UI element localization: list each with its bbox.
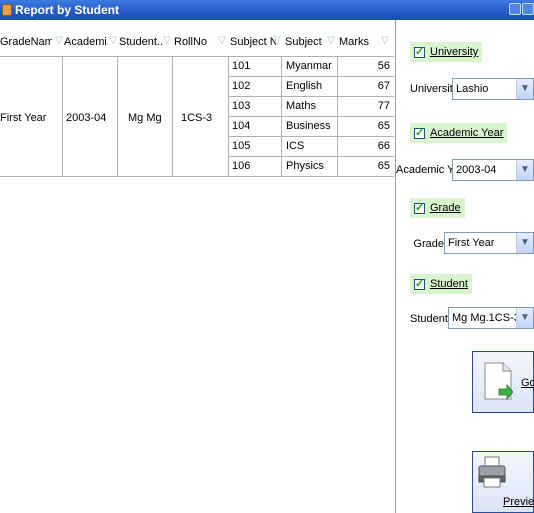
- funnel-icon[interactable]: ▽: [161, 34, 173, 48]
- grade-name-cell: First Year: [0, 112, 47, 124]
- chevron-down-icon[interactable]: ▼: [516, 160, 533, 180]
- window-title: Report by Student: [15, 3, 119, 17]
- grade-value: First Year: [448, 237, 495, 249]
- subject-cell: ICS: [286, 140, 305, 152]
- column-header-marks[interactable]: Marks: [339, 28, 379, 56]
- subject-cell: Business: [286, 120, 331, 132]
- marks-cell: 56: [377, 60, 390, 72]
- column-header-student[interactable]: Student...: [119, 28, 163, 56]
- marks-cell: 77: [377, 100, 390, 112]
- marks-cell: 67: [377, 80, 390, 92]
- filter-panel: ✓ University University Lashio ▼ ✓ Acade…: [396, 20, 534, 513]
- subject-cell: Maths: [286, 100, 316, 112]
- maximize-button[interactable]: [522, 3, 534, 15]
- column-header-subject[interactable]: Subject: [285, 28, 327, 56]
- checkmark-icon[interactable]: ✓: [414, 278, 425, 290]
- academic-year-field-label: Academic Year: [396, 164, 470, 176]
- funnel-icon[interactable]: ▽: [379, 34, 391, 48]
- subject-no-cell: 102: [232, 80, 251, 92]
- subject-no-cell: 103: [232, 100, 251, 112]
- academic-year-cell: 2003-04: [66, 112, 107, 124]
- go-button[interactable]: Go: [472, 351, 534, 413]
- report-grid: GradeName ▽ Academi... ▽ Student... ▽ Ro…: [0, 20, 396, 513]
- academic-year-check-label: Academic Year: [430, 127, 504, 139]
- subject-no-cell: 106: [232, 160, 251, 172]
- chevron-down-icon[interactable]: ▼: [516, 233, 533, 253]
- column-header-gradename[interactable]: GradeName: [0, 28, 52, 56]
- student-check-label: Student: [430, 278, 468, 290]
- funnel-icon[interactable]: ▽: [107, 34, 119, 48]
- grade-select[interactable]: First Year ▼: [444, 232, 534, 254]
- app-icon: [2, 4, 12, 16]
- column-header-academic[interactable]: Academi...: [64, 28, 108, 56]
- university-value: Lashio: [456, 83, 489, 95]
- grade-checkbox[interactable]: ✓ Grade: [410, 198, 465, 218]
- checkmark-icon[interactable]: ✓: [414, 127, 425, 139]
- student-select[interactable]: Mg Mg.1CS-3 ▼: [448, 307, 534, 329]
- academic-year-select[interactable]: 2003-04 ▼: [452, 159, 534, 181]
- grid-header: GradeName ▽ Academi... ▽ Student... ▽ Ro…: [0, 28, 395, 56]
- funnel-icon[interactable]: ▽: [271, 34, 283, 48]
- chevron-down-icon[interactable]: ▼: [516, 79, 533, 99]
- student-cell: Mg Mg: [128, 112, 162, 124]
- university-field-label: University: [410, 83, 459, 95]
- roll-no-cell: 1CS-3: [181, 112, 213, 124]
- university-checkbox[interactable]: ✓ University: [410, 42, 483, 62]
- student-checkbox[interactable]: ✓ Student: [410, 274, 472, 294]
- academic-year-value: 2003-04: [456, 164, 497, 176]
- academic-year-checkbox[interactable]: ✓ Academic Year: [410, 123, 508, 143]
- funnel-icon[interactable]: ▽: [325, 34, 337, 48]
- marks-cell: 65: [377, 160, 390, 172]
- column-header-subject-no[interactable]: Subject No.: [230, 28, 276, 56]
- column-header-rollno[interactable]: RollNo: [174, 28, 214, 56]
- marks-cell: 66: [377, 140, 390, 152]
- checkmark-icon[interactable]: ✓: [414, 46, 425, 58]
- funnel-icon[interactable]: ▽: [216, 34, 228, 48]
- subject-no-cell: 101: [232, 60, 251, 72]
- university-check-label: University: [430, 46, 479, 58]
- student-field-label: Student: [410, 313, 448, 325]
- chevron-down-icon[interactable]: ▼: [516, 308, 533, 328]
- subject-no-cell: 105: [232, 140, 251, 152]
- subject-cell: Myanmar: [286, 60, 332, 72]
- marks-cell: 65: [377, 120, 390, 132]
- grade-check-label: Grade: [430, 202, 461, 214]
- subject-no-cell: 104: [232, 120, 251, 132]
- subject-cell: Physics: [286, 160, 324, 172]
- student-value: Mg Mg.1CS-3: [452, 312, 520, 324]
- printer-icon: [478, 456, 506, 488]
- document-arrow-icon: [484, 362, 513, 400]
- checkmark-icon[interactable]: ✓: [414, 202, 425, 214]
- minimize-button[interactable]: [509, 3, 521, 15]
- preview-button[interactable]: Preview: [472, 451, 534, 513]
- grade-field-label: Grade: [413, 238, 444, 250]
- title-bar: Report by Student: [0, 0, 534, 20]
- university-select[interactable]: Lashio ▼: [452, 78, 534, 100]
- go-button-label: Go: [521, 377, 534, 389]
- preview-button-label: Preview: [503, 496, 534, 508]
- subject-cell: English: [286, 80, 323, 92]
